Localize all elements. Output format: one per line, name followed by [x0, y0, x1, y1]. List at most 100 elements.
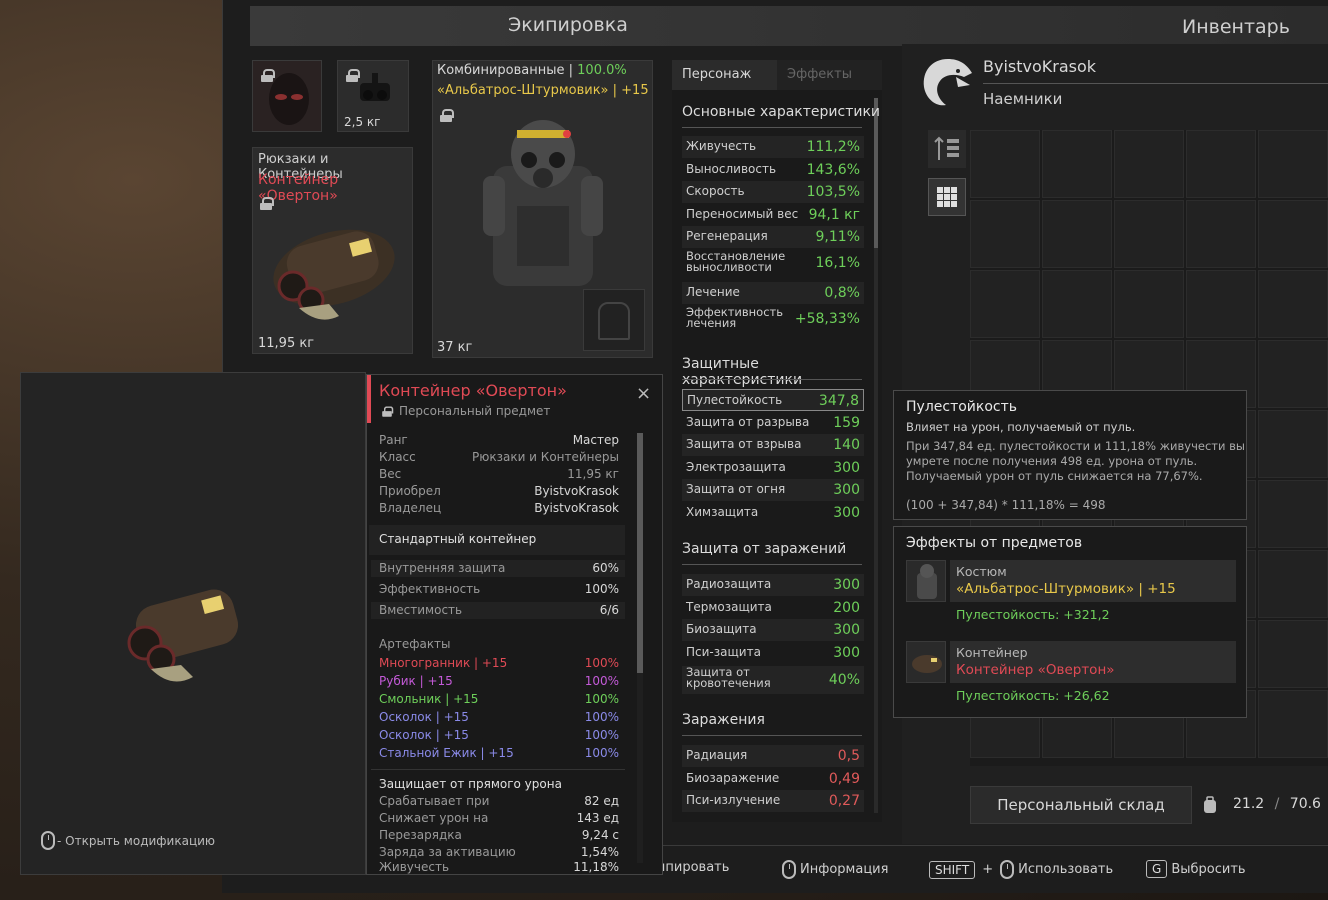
inventory-cell[interactable]	[1258, 690, 1328, 758]
artifact-name: Осколок | +15	[379, 710, 469, 724]
inventory-cell[interactable]	[970, 130, 1040, 198]
inventory-cell[interactable]	[1258, 410, 1328, 478]
inventory-cell[interactable]	[1114, 130, 1184, 198]
item-description: Стандартный контейнер	[379, 532, 537, 546]
stat-label: Защита от разрыва	[686, 415, 810, 429]
inventory-cell[interactable]	[1186, 270, 1256, 338]
inventory-cell[interactable]	[1258, 340, 1328, 408]
stat-row: Эффективность лечения +58,33%	[682, 306, 864, 332]
plus-sign: +	[982, 862, 994, 877]
effects-title: Эффекты от предметов	[906, 535, 1083, 551]
mask-slot[interactable]	[252, 60, 322, 132]
inventory-cell[interactable]	[1114, 270, 1184, 338]
inventory-cell[interactable]	[1042, 200, 1112, 268]
stat-value: 300	[833, 622, 860, 638]
inventory-cell[interactable]	[1114, 200, 1184, 268]
rarity-stripe	[367, 375, 371, 423]
stat-label: Биозащита	[686, 622, 757, 636]
stat-label: Биозаражение	[686, 771, 780, 785]
inventory-cell[interactable]	[1258, 200, 1328, 268]
lock-icon	[440, 109, 454, 122]
artifact-pct: 100%	[584, 656, 619, 670]
param-row: Внутренняя защита 60%	[371, 560, 625, 577]
mouse-icon	[782, 860, 796, 879]
stat-row: Термозащита 200	[682, 597, 864, 619]
container-thumb-icon	[906, 641, 946, 683]
param-value: 6/6	[599, 603, 619, 617]
backpack-slot[interactable]: Рюкзаки и Контейнеры Контейнер «Овертон»…	[252, 147, 413, 354]
stat-row: Биозаражение 0,49	[682, 768, 864, 790]
info-scrollbar[interactable]	[637, 433, 643, 863]
equipment-title: Экипировка	[508, 14, 628, 36]
weight-max: 70.6	[1289, 796, 1321, 812]
inventory-cell[interactable]	[1042, 130, 1112, 198]
direct-value: 9,24 с	[581, 828, 619, 842]
stat-label: Защита от кровотечения	[686, 665, 771, 690]
stat-label: Пси-излучение	[686, 793, 781, 807]
inventory-cell[interactable]	[1258, 620, 1328, 688]
stat-label: Электрозащита	[686, 460, 786, 474]
artifact-row: Рубик | +15 100%	[371, 673, 625, 690]
stat-label: Защита от огня	[686, 482, 786, 496]
stat-label: Выносливость	[686, 162, 777, 176]
inventory-cell[interactable]	[1042, 270, 1112, 338]
stats-panel: Персонаж Эффекты Основные характеристики…	[672, 60, 882, 822]
grid-view-button[interactable]	[928, 178, 966, 216]
direct-key: Перезарядка	[379, 828, 462, 842]
effect-name: «Альбатрос-Штурмовик» | +15	[956, 581, 1176, 597]
inventory-cell[interactable]	[1186, 200, 1256, 268]
weight-sep: /	[1274, 796, 1280, 812]
inventory-cell[interactable]	[970, 270, 1040, 338]
stat-value: 0,5	[837, 748, 860, 764]
stat-row: Биозащита 300	[682, 619, 864, 641]
header-strip	[250, 6, 1328, 46]
prop-value: ByistvoKrasok	[534, 484, 619, 498]
inventory-cell[interactable]	[970, 200, 1040, 268]
item-effects-panel: Эффекты от предметов Костюм «Альбатрос-Ш…	[893, 526, 1247, 718]
sort-button[interactable]	[928, 130, 966, 168]
artifact-pct: 100%	[584, 746, 619, 760]
stat-row: Радиозащита 300	[682, 574, 864, 596]
prop-row: Вес 11,95 кг	[371, 466, 625, 483]
stat-row: Защита от кровотечения 40%	[682, 666, 864, 694]
tab-effects[interactable]: Эффекты	[777, 60, 882, 90]
weight-current: 21.2	[1233, 796, 1265, 812]
stat-value: 0,49	[828, 771, 860, 787]
container-icon	[273, 229, 395, 320]
separator: |	[564, 63, 578, 78]
armor-module-slot[interactable]	[583, 289, 645, 351]
effect-box: Костюм «Альбатрос-Штурмовик» | +15	[950, 560, 1236, 602]
mouse-icon	[41, 831, 55, 850]
prop-row: Владелец ByistvoKrasok	[371, 500, 625, 517]
effect-box: Контейнер Контейнер «Овертон»	[950, 641, 1236, 683]
inventory-cell[interactable]	[1186, 130, 1256, 198]
stat-row-selected[interactable]: Пулестойкость 347,8	[682, 389, 864, 411]
stat-value: 40%	[828, 672, 860, 688]
drop-hint[interactable]: G Выбросить	[1146, 860, 1246, 878]
stat-value: 94,1 кг	[808, 207, 860, 223]
inventory-cell[interactable]	[1258, 550, 1328, 618]
effect-card: Контейнер Контейнер «Овертон» Пулестойко…	[906, 641, 1236, 709]
inventory-cell[interactable]	[1258, 270, 1328, 338]
inventory-cell[interactable]	[1258, 480, 1328, 548]
contam-title: Заражения	[682, 712, 765, 728]
param-value: 100%	[584, 582, 619, 596]
inventory-cell[interactable]	[1258, 130, 1328, 198]
slot-weight: 2,5 кг	[344, 115, 381, 129]
stats-scrollbar[interactable]	[874, 98, 878, 813]
container-preview-icon	[127, 589, 239, 682]
stats-scroll-thumb[interactable]	[874, 98, 878, 248]
personal-storage-button[interactable]: Персональный склад	[970, 786, 1192, 824]
tab-character[interactable]: Персонаж	[672, 60, 777, 90]
prop-row: Ранг Мастер	[371, 432, 625, 449]
close-icon[interactable]: ×	[636, 383, 651, 404]
tooltip-formula: (100 + 347,84) * 111,18% = 498	[906, 498, 1106, 512]
artifact-name: Осколок | +15	[379, 728, 469, 742]
armor-slot[interactable]: Комбинированные | 100.0% «Альбатрос-Штур…	[432, 60, 653, 358]
item-name: Контейнер «Овертон»	[379, 381, 567, 400]
info-hint[interactable]: Информация	[782, 860, 888, 879]
use-hint[interactable]: SHIFT + Использовать	[929, 860, 1113, 879]
nightvision-slot[interactable]: 2,5 кг	[337, 60, 409, 132]
info-scroll-thumb[interactable]	[637, 433, 643, 673]
open-mod-hint[interactable]: - Открыть модификацию	[41, 831, 215, 850]
